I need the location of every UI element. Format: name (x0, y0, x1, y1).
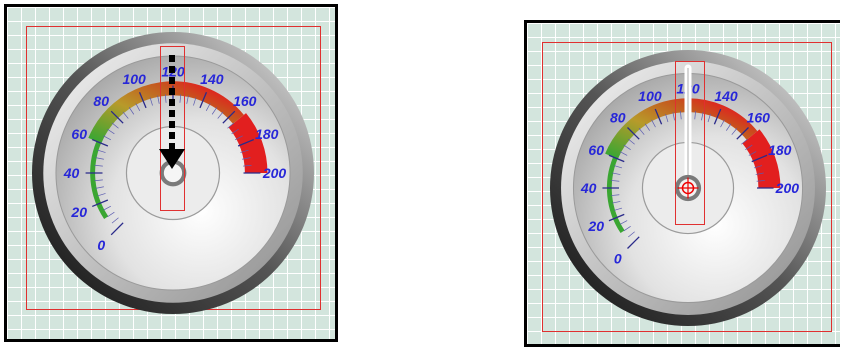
gauge-canvas-after[interactable]: 020406080100120140160180200 (524, 20, 840, 347)
tick-label: 60 (588, 142, 604, 158)
tick-label: 140 (714, 88, 738, 104)
dashed-down-arrow-icon (159, 55, 185, 169)
tick-label: 80 (610, 110, 626, 126)
needle-selection-frame[interactable] (675, 61, 705, 225)
tick-label: 0 (614, 250, 622, 266)
tick-label: 100 (638, 88, 662, 104)
tick-label: 160 (747, 110, 771, 126)
tick-label: 20 (587, 218, 604, 234)
tick-label: 180 (768, 142, 792, 158)
gauge-canvas-before[interactable]: 020406080100120140160180200 (4, 4, 338, 342)
tick-label: 200 (775, 180, 800, 196)
tick-label: 40 (580, 180, 597, 196)
